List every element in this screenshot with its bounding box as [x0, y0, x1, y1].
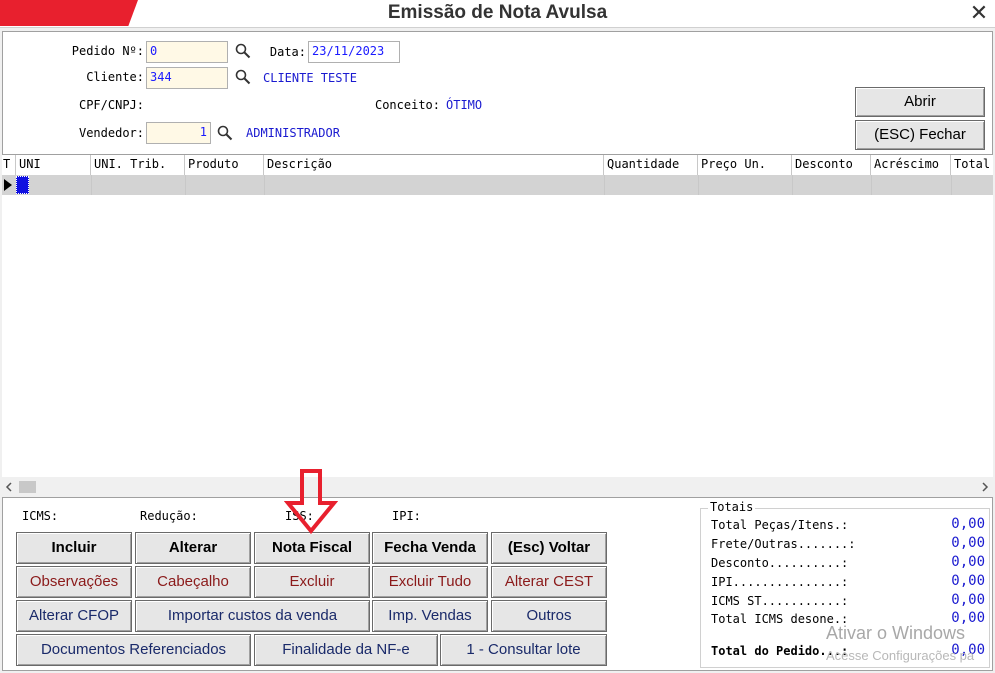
column-header[interactable]: UNI. Trib. [91, 155, 185, 175]
items-grid[interactable]: T UNI UNI. Trib. Produto Descrição Quant… [2, 155, 993, 477]
close-icon[interactable]: ✕ [963, 0, 995, 26]
activation-watermark: Ativar o Windows [826, 623, 966, 643]
cliente-field[interactable]: 344 [146, 67, 228, 89]
total-value: 0,00 [951, 516, 985, 532]
excluir-tudo-button[interactable]: Excluir Tudo [372, 566, 488, 598]
cell-divider [871, 175, 872, 195]
column-header[interactable]: Acréscimo [871, 155, 951, 175]
fechar-button[interactable]: (ESC) Fechar [855, 120, 985, 150]
total-label: Frete/Outras.......: [711, 537, 856, 551]
cell-divider [951, 175, 952, 195]
consultar-lote-button[interactable]: 1 - Consultar lote [440, 634, 607, 666]
incluir-button[interactable]: Incluir [16, 532, 132, 564]
alterar-button[interactable]: Alterar [135, 532, 251, 564]
conceito-value: ÓTIMO [446, 98, 483, 112]
scroll-left-icon[interactable] [4, 482, 14, 492]
selected-cell[interactable] [16, 176, 29, 194]
horizontal-scrollbar[interactable] [2, 479, 993, 495]
cabecalho-button[interactable]: Cabeçalho [135, 566, 251, 598]
cell-divider [792, 175, 793, 195]
total-value: 0,00 [951, 573, 985, 589]
cell-divider [264, 175, 265, 195]
alterar-cest-button[interactable]: Alterar CEST [491, 566, 607, 598]
data-label: Data: [269, 45, 306, 59]
column-header[interactable]: Quantidade [604, 155, 698, 175]
imp-vendas-button[interactable]: Imp. Vendas [372, 600, 488, 632]
pedido-label: Pedido Nº: [71, 44, 144, 58]
scroll-thumb[interactable] [19, 481, 36, 493]
cliente-label: Cliente: [86, 70, 144, 84]
abrir-button[interactable]: Abrir [855, 87, 985, 117]
column-header[interactable]: T [2, 155, 16, 175]
cell-divider [604, 175, 605, 195]
scroll-right-icon[interactable] [980, 482, 990, 492]
total-label: Total Peças/Itens.: [711, 518, 849, 532]
column-header[interactable]: Total [951, 155, 993, 175]
vendedor-field[interactable]: 1 [146, 122, 211, 144]
nota-fiscal-button[interactable]: Nota Fiscal [254, 532, 370, 564]
column-header[interactable]: Preço Un. [698, 155, 792, 175]
vendedor-label: Vendedor: [78, 126, 144, 140]
data-field[interactable]: 23/11/2023 [308, 41, 400, 63]
row-pointer-icon [4, 179, 12, 191]
totals-title: Totais [708, 500, 756, 514]
total-value: 0,00 [951, 554, 985, 570]
cliente-name: CLIENTE TESTE [263, 71, 357, 85]
cell-divider [91, 175, 92, 195]
activation-watermark-sub: Acesse Configurações pa [826, 648, 975, 663]
icms-label: ICMS: [22, 509, 59, 523]
total-value: 0,00 [951, 592, 985, 608]
column-header[interactable]: Produto [185, 155, 264, 175]
ipi-label: IPI: [392, 509, 421, 523]
total-label: IPI...............: [711, 575, 849, 589]
finalidade-nfe-button[interactable]: Finalidade da NF-e [254, 634, 438, 666]
search-icon[interactable] [217, 125, 233, 141]
reducao-label: Redução: [140, 509, 198, 523]
search-icon[interactable] [235, 43, 251, 59]
total-value: 0,00 [951, 535, 985, 551]
documentos-referenciados-button[interactable]: Documentos Referenciados [16, 634, 251, 666]
importar-custos-button[interactable]: Importar custos da venda [135, 600, 370, 632]
outros-button[interactable]: Outros [491, 600, 607, 632]
cell-divider [185, 175, 186, 195]
observacoes-button[interactable]: Observações [16, 566, 132, 598]
alterar-cfop-button[interactable]: Alterar CFOP [16, 600, 132, 632]
column-header[interactable]: UNI [16, 155, 91, 175]
total-label: ICMS ST...........: [711, 594, 849, 608]
cpf-label: CPF/CNPJ: [78, 98, 144, 112]
search-icon[interactable] [235, 69, 251, 85]
excluir-button[interactable]: Excluir [254, 566, 370, 598]
annotation-arrow-icon [284, 469, 338, 535]
cell-divider [698, 175, 699, 195]
fecha-venda-button[interactable]: Fecha Venda [372, 532, 488, 564]
conceito-label: Conceito: [374, 98, 440, 112]
voltar-button[interactable]: (Esc) Voltar [491, 532, 607, 564]
pedido-field[interactable]: 0 [146, 41, 228, 63]
table-row[interactable] [2, 175, 993, 195]
column-header[interactable]: Desconto [792, 155, 871, 175]
window-title: Emissão de Nota Avulsa [387, 2, 608, 23]
total-label: Desconto..........: [711, 556, 849, 570]
column-header[interactable]: Descrição [264, 155, 604, 175]
vendedor-name: ADMINISTRADOR [246, 126, 340, 140]
